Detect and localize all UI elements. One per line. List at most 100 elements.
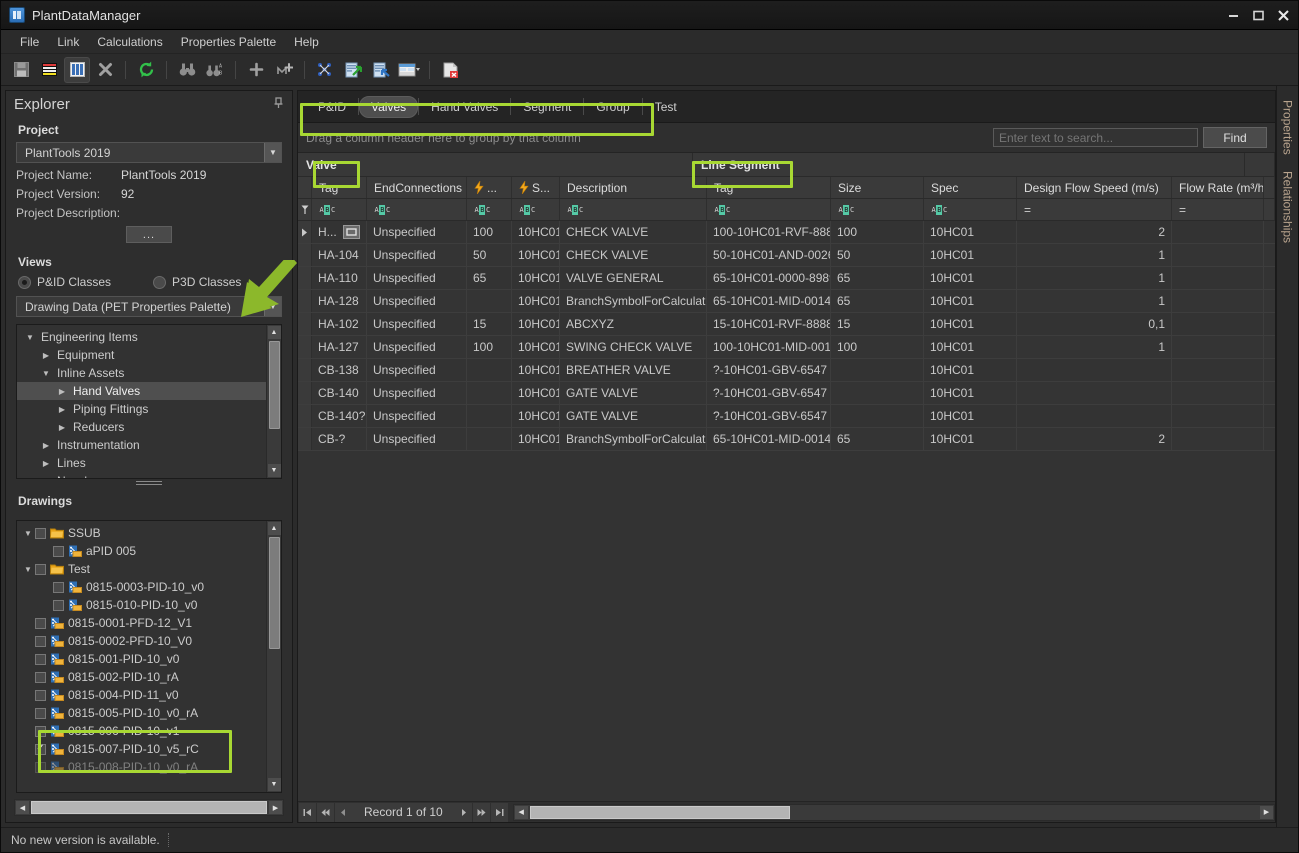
scroll-up-icon[interactable]: ▲ bbox=[267, 326, 281, 339]
drawing-data-combo[interactable]: Drawing Data (PET Properties Palette) ▼ bbox=[16, 296, 282, 317]
drawings-tree-scrollbar[interactable]: ▲ ▼ bbox=[266, 521, 281, 792]
drawing-item-test[interactable]: ▼ Test bbox=[17, 560, 266, 578]
table-cell[interactable]: GATE VALVE bbox=[560, 382, 707, 404]
table-cell[interactable] bbox=[467, 359, 512, 381]
table-cell[interactable]: Unspecified bbox=[367, 382, 467, 404]
table-row[interactable]: HA-128 Unspecified 10HC01 BranchSymbolForCa… bbox=[298, 290, 1275, 313]
column-header-s-[interactable]: S... bbox=[512, 177, 560, 198]
drawing-item-0815-0003-pid-10-v0[interactable]: 0815-0003-PID-10_v0 bbox=[17, 578, 266, 596]
import-icon[interactable] bbox=[368, 57, 394, 83]
minimize-icon[interactable] bbox=[1221, 3, 1246, 28]
table-row[interactable]: HA-127 Unspecified 100 10HC01 SWING CHECK VA… bbox=[298, 336, 1275, 359]
table-cell[interactable]: 10HC01 bbox=[924, 359, 1017, 381]
table-row[interactable]: CB-140? Unspecified 10HC01 GATE VALVE ?-10HC… bbox=[298, 405, 1275, 428]
table-cell[interactable]: HA-110 bbox=[312, 267, 367, 289]
table-cell[interactable]: BranchSymbolForCalculation bbox=[560, 290, 707, 312]
table-cell[interactable]: 65-10HC01-MID-0014 bbox=[707, 290, 831, 312]
table-cell[interactable]: 100-10HC01-RVF-8888 bbox=[707, 221, 831, 243]
scroll-thumb[interactable] bbox=[268, 341, 280, 429]
tree-item-engineering-items[interactable]: ▼ Engineering Items bbox=[17, 328, 266, 346]
table-cell[interactable]: 10HC01 bbox=[924, 313, 1017, 335]
drawing-checkbox[interactable] bbox=[35, 707, 46, 719]
table-cell[interactable] bbox=[1017, 359, 1172, 381]
table-cell[interactable]: Unspecified bbox=[367, 290, 467, 312]
table-cell[interactable]: 10HC01 bbox=[512, 359, 560, 381]
column-header-flow-rate-m-h-[interactable]: Flow Rate (m³/h) bbox=[1172, 177, 1264, 198]
scroll-down-icon[interactable]: ▼ bbox=[267, 464, 281, 477]
table-cell[interactable]: GATE VALVE bbox=[560, 405, 707, 427]
table-cell[interactable]: Unspecified bbox=[367, 336, 467, 358]
drawing-item-0815-0002-pfd-10-v0[interactable]: 0815-0002-PFD-10_V0 bbox=[17, 632, 266, 650]
table-cell[interactable]: 10HC01 bbox=[924, 221, 1017, 243]
scroll-left-icon[interactable]: ◀ bbox=[514, 805, 528, 819]
table-cell[interactable]: CB-? bbox=[312, 428, 367, 450]
table-cell[interactable]: 65 bbox=[831, 290, 924, 312]
table-cell[interactable]: BREATHER VALVE bbox=[560, 359, 707, 381]
project-description-ellipsis-button[interactable]: ... bbox=[126, 226, 172, 243]
project-combo[interactable]: PlantTools 2019 ▼ bbox=[16, 142, 282, 163]
drawing-item-0815-010-pid-10-v0[interactable]: 0815-010-PID-10_v0 bbox=[17, 596, 266, 614]
table-cell[interactable]: 10HC01 bbox=[924, 428, 1017, 450]
connect-nodes-icon[interactable] bbox=[312, 57, 338, 83]
table-cell[interactable]: HA-128 bbox=[312, 290, 367, 312]
table-cell[interactable]: HA-102 bbox=[312, 313, 367, 335]
chevron-right-icon[interactable]: ▶ bbox=[39, 459, 53, 468]
chevron-down-icon[interactable]: ▼ bbox=[264, 297, 281, 316]
table-cell[interactable]: 10HC01 bbox=[924, 290, 1017, 312]
table-cell[interactable] bbox=[1172, 405, 1264, 427]
table-cell[interactable]: HA-127 bbox=[312, 336, 367, 358]
table-cell[interactable] bbox=[1172, 359, 1264, 381]
table-cell[interactable]: 15 bbox=[831, 313, 924, 335]
table-cell[interactable]: 1 bbox=[1017, 267, 1172, 289]
tab-relationships[interactable]: Relationships bbox=[1278, 165, 1298, 249]
table-cell[interactable]: 15 bbox=[467, 313, 512, 335]
column-filter--[interactable]: ABC bbox=[467, 199, 512, 220]
drawing-checkbox[interactable] bbox=[35, 527, 46, 539]
delete-x-icon[interactable] bbox=[92, 57, 118, 83]
radio-p3d-classes[interactable]: P3D Classes bbox=[153, 275, 241, 289]
table-cell[interactable] bbox=[1172, 313, 1264, 335]
scroll-down-icon[interactable]: ▼ bbox=[267, 778, 281, 791]
table-cell[interactable]: 0,1 bbox=[1017, 313, 1172, 335]
column-header-description[interactable]: Description bbox=[560, 177, 707, 198]
drawing-item-ssub[interactable]: ▼ SSUB bbox=[17, 524, 266, 542]
drawing-checkbox[interactable] bbox=[35, 689, 46, 701]
table-cell[interactable]: 10HC01 bbox=[924, 244, 1017, 266]
scroll-left-icon[interactable]: ◀ bbox=[16, 801, 29, 814]
table-row[interactable]: CB-140 Unspecified 10HC01 GATE VALVE ?-10HC0… bbox=[298, 382, 1275, 405]
drawing-checkbox[interactable] bbox=[35, 563, 46, 575]
column-filter-tag[interactable]: ABC bbox=[312, 199, 367, 220]
table-cell[interactable] bbox=[831, 359, 924, 381]
drawing-item-partial[interactable]: 0815-008-PID-10_v0_rA bbox=[17, 758, 266, 776]
table-cell[interactable]: 100 bbox=[831, 221, 924, 243]
drawing-checkbox[interactable]: ✓ bbox=[35, 743, 46, 755]
pin-icon[interactable] bbox=[273, 96, 284, 112]
menu-item-properties-palette[interactable]: Properties Palette bbox=[172, 32, 285, 52]
close-icon[interactable] bbox=[1271, 3, 1296, 28]
table-cell[interactable]: 2 bbox=[1017, 221, 1172, 243]
menu-item-calculations[interactable]: Calculations bbox=[88, 32, 171, 52]
table-row[interactable]: HA-102 Unspecified 15 10HC01 ABCXYZ 15-10HC01… bbox=[298, 313, 1275, 336]
table-cell[interactable]: Unspecified bbox=[367, 405, 467, 427]
group-by-bar[interactable]: Drag a column header here to group by th… bbox=[298, 123, 1275, 153]
close-document-icon[interactable] bbox=[437, 57, 463, 83]
table-cell[interactable] bbox=[1172, 221, 1264, 243]
chevron-down-icon[interactable]: ▼ bbox=[264, 143, 281, 162]
tree-item-inline-assets[interactable]: ▼ Inline Assets bbox=[17, 364, 266, 382]
drawing-checkbox[interactable] bbox=[35, 617, 46, 629]
table-cell[interactable]: 10HC01 bbox=[512, 244, 560, 266]
drawing-item-apid-005[interactable]: aPID 005 bbox=[17, 542, 266, 560]
table-cell[interactable]: 10HC01 bbox=[924, 382, 1017, 404]
chevron-right-icon[interactable]: ▶ bbox=[55, 405, 69, 414]
table-cell[interactable]: 10HC01 bbox=[924, 267, 1017, 289]
table-cell[interactable]: 50 bbox=[467, 244, 512, 266]
table-cell[interactable]: ?-10HC01-GBV-6547 bbox=[707, 405, 831, 427]
tree-item-instrumentation[interactable]: ▶ Instrumentation bbox=[17, 436, 266, 454]
table-cell[interactable] bbox=[1017, 405, 1172, 427]
table-cell[interactable]: 65 bbox=[831, 267, 924, 289]
table-cell[interactable]: Unspecified bbox=[367, 428, 467, 450]
table-cell[interactable]: 100 bbox=[831, 336, 924, 358]
table-cell[interactable] bbox=[467, 290, 512, 312]
drawing-checkbox[interactable] bbox=[53, 581, 64, 593]
table-cell[interactable] bbox=[467, 382, 512, 404]
